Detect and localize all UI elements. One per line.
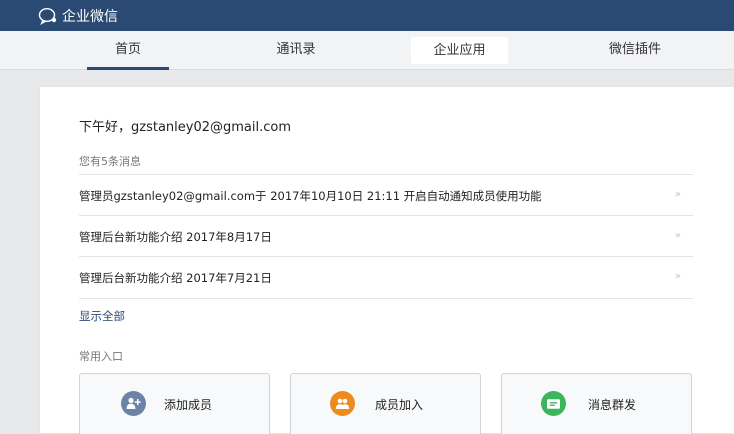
show-all-link[interactable]: 显示全部 — [79, 308, 125, 324]
chat-bubble-icon — [38, 7, 58, 25]
chevron-right-icon: » — [674, 230, 681, 241]
home-card: 下午好，gzstanley02@gmail.com 您有5条消息 管理员gzst… — [40, 87, 734, 434]
message-broadcast-icon — [541, 391, 566, 416]
add-member-button[interactable]: 添加成员 — [79, 373, 270, 434]
message-row[interactable]: 管理员gzstanley02@gmail.com于 2017年10月10日 21… — [79, 174, 693, 216]
brand-name: 企业微信 — [62, 9, 118, 25]
chevron-right-icon: » — [674, 189, 681, 200]
add-person-icon — [121, 391, 146, 416]
broadcast-message-button[interactable]: 消息群发 — [501, 373, 692, 434]
tab-home[interactable]: 首页 — [87, 31, 169, 70]
member-join-button[interactable]: 成员加入 — [290, 373, 481, 434]
message-count: 您有5条消息 — [79, 155, 141, 168]
chevron-right-icon: » — [674, 271, 681, 282]
two-people-icon — [330, 391, 355, 416]
tab-wechat-plugin[interactable]: 微信插件 — [594, 31, 676, 69]
shortcuts-title: 常用入口 — [79, 350, 123, 363]
message-row[interactable]: 管理后台新功能介绍 2017年7月21日 » — [79, 256, 693, 299]
add-member-label: 添加成员 — [164, 398, 213, 412]
member-join-label: 成员加入 — [375, 398, 424, 412]
tab-enterprise-apps[interactable]: 企业应用 — [411, 37, 508, 64]
message-text: 管理后台新功能介绍 2017年7月21日 — [79, 271, 272, 285]
greeting: 下午好，gzstanley02@gmail.com — [79, 120, 291, 135]
main-nav: 首页 通讯录 企业应用 微信插件 — [0, 31, 734, 70]
message-text: 管理后台新功能介绍 2017年8月17日 — [79, 230, 272, 244]
broadcast-message-label: 消息群发 — [588, 398, 637, 412]
brand[interactable]: 企业微信 — [38, 7, 118, 25]
top-bar: 企业微信 — [0, 0, 734, 31]
message-text: 管理员gzstanley02@gmail.com于 2017年10月10日 21… — [79, 189, 542, 203]
message-row[interactable]: 管理后台新功能介绍 2017年8月17日 » — [79, 215, 693, 257]
tab-contacts[interactable]: 通讯录 — [255, 31, 337, 69]
